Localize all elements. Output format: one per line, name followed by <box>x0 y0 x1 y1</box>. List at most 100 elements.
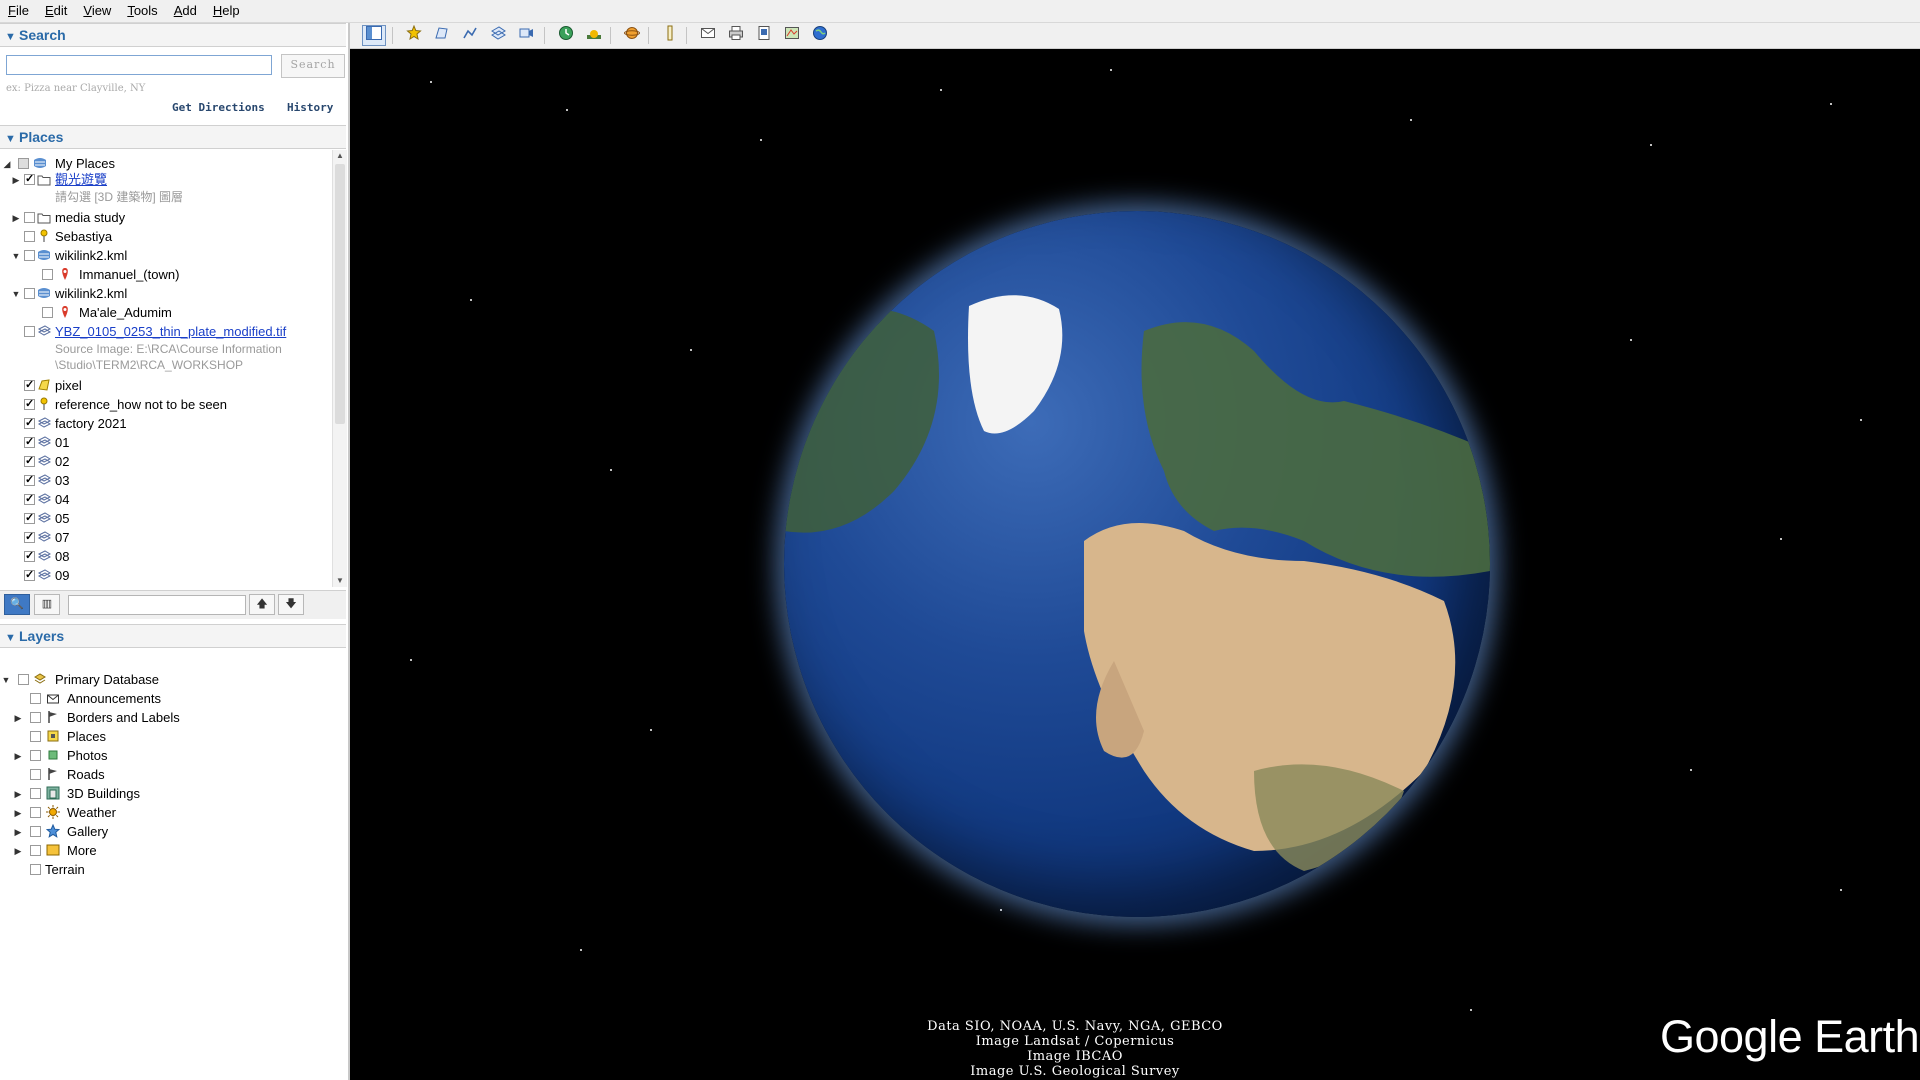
checkbox-unchecked[interactable] <box>42 307 53 318</box>
checkbox-checked[interactable]: ✓ <box>24 437 35 448</box>
tree-item-wikilink-2[interactable]: ▼ wikilink2.kml <box>0 284 332 303</box>
layer-more[interactable]: ▶ More <box>0 841 346 860</box>
checkbox-unchecked[interactable] <box>30 769 41 780</box>
checkbox-checked[interactable]: ✓ <box>24 174 35 185</box>
tree-item-overlay-02[interactable]: ✓ 02 <box>0 452 332 471</box>
checkbox-checked[interactable]: ✓ <box>24 399 35 410</box>
checkbox-checked[interactable]: ✓ <box>24 513 35 524</box>
scroll-down-arrow-icon[interactable]: ▼ <box>333 575 347 587</box>
search-input[interactable] <box>6 55 272 75</box>
checkbox-checked[interactable]: ✓ <box>24 380 35 391</box>
image-overlay-icon[interactable] <box>486 25 510 46</box>
email-icon[interactable] <box>696 25 720 46</box>
planets-icon[interactable] <box>620 25 644 46</box>
checkbox-unchecked[interactable] <box>30 712 41 723</box>
tree-item-sebastiya[interactable]: Sebastiya <box>0 227 332 246</box>
record-tour-icon[interactable] <box>514 25 538 46</box>
earth-3d-view[interactable]: Data SIO, NOAA, U.S. Navy, NGA, GEBCO Im… <box>350 49 1920 1080</box>
expand-arrow-icon[interactable]: ▶ <box>12 712 24 724</box>
scroll-thumb[interactable] <box>335 164 345 424</box>
search-panel-header[interactable]: ▼ Search <box>0 23 346 47</box>
scroll-up-arrow-icon[interactable]: ▲ <box>333 150 347 162</box>
checkbox-checked[interactable]: ✓ <box>24 551 35 562</box>
checkbox-unchecked[interactable] <box>30 807 41 818</box>
tree-item-factory-2021[interactable]: ✓ factory 2021 <box>0 414 332 433</box>
checkbox-unchecked[interactable] <box>30 826 41 837</box>
checkbox-checked[interactable]: ✓ <box>24 418 35 429</box>
search-button[interactable]: Search <box>281 54 345 78</box>
layer-places[interactable]: Places <box>0 727 346 746</box>
layers-panel-header[interactable]: ▼ Layers <box>0 624 346 648</box>
get-directions-link[interactable]: Get Directions <box>172 101 265 114</box>
checkbox-checked[interactable]: ✓ <box>24 494 35 505</box>
collapse-arrow-icon[interactable]: ▼ <box>10 288 22 300</box>
menu-tools[interactable]: Tools <box>119 1 165 21</box>
tree-item-overlay-05[interactable]: ✓ 05 <box>0 509 332 528</box>
expand-arrow-icon[interactable]: ▶ <box>12 826 24 838</box>
tree-item-overlay-01[interactable]: ✓ 01 <box>0 433 332 452</box>
checkbox-checked[interactable]: ✓ <box>24 570 35 581</box>
tree-item-pixel[interactable]: ✓ pixel <box>0 376 332 395</box>
tree-item-overlay-07[interactable]: ✓ 07 <box>0 528 332 547</box>
polygon-icon[interactable] <box>430 25 454 46</box>
expand-arrow-icon[interactable]: ▶ <box>10 212 22 224</box>
checkbox-checked[interactable]: ✓ <box>24 456 35 467</box>
checkbox-unchecked[interactable] <box>24 288 35 299</box>
path-icon[interactable] <box>458 25 482 46</box>
tree-item-reference[interactable]: ✓ reference_how not to be seen <box>0 395 332 414</box>
checkbox-checked[interactable]: ✓ <box>24 475 35 486</box>
checkbox-unchecked[interactable] <box>30 864 41 875</box>
menu-file[interactable]: File <box>0 1 37 21</box>
tree-item-media-study[interactable]: ▶ media study <box>0 208 332 227</box>
checkbox-unchecked[interactable] <box>42 269 53 280</box>
sidebar-toggle-icon[interactable] <box>362 25 386 46</box>
checkbox-checked[interactable]: ✓ <box>24 532 35 543</box>
checkbox-unchecked[interactable] <box>30 750 41 761</box>
panel-view-icon[interactable]: ▥ <box>34 594 60 615</box>
checkbox-unchecked[interactable] <box>18 674 29 685</box>
expand-arrow-icon[interactable]: ▶ <box>12 807 24 819</box>
menu-view[interactable]: View <box>75 1 119 21</box>
tree-item-overlay-09[interactable]: ✓ 09 <box>0 566 332 585</box>
tree-item-wikilink-1[interactable]: ▼ wikilink2.kml <box>0 246 332 265</box>
expand-arrow-icon[interactable]: ▶ <box>12 788 24 800</box>
tree-item-overlay-08[interactable]: ✓ 08 <box>0 547 332 566</box>
tree-item-immanuel[interactable]: Immanuel_(town) <box>0 265 332 284</box>
places-filter-input[interactable] <box>68 595 246 615</box>
move-down-arrow-icon[interactable]: 🡇 <box>278 594 304 615</box>
expand-arrow-icon[interactable]: ▶ <box>12 750 24 762</box>
checkbox-unchecked[interactable] <box>24 231 35 242</box>
menu-help[interactable]: Help <box>205 1 248 21</box>
historical-imagery-icon[interactable] <box>554 25 578 46</box>
sunlight-icon[interactable] <box>582 25 606 46</box>
layer-photos[interactable]: ▶ Photos <box>0 746 346 765</box>
places-panel-header[interactable]: ▼ Places <box>0 125 346 149</box>
search-in-places-icon[interactable]: 🔍 <box>4 594 30 615</box>
save-image-icon[interactable] <box>752 25 776 46</box>
places-scrollbar[interactable]: ▲ ▼ <box>332 150 347 587</box>
print-icon[interactable] <box>724 25 748 46</box>
move-up-arrow-icon[interactable]: 🡅 <box>249 594 275 615</box>
collapse-arrow-icon[interactable]: ▼ <box>10 250 22 262</box>
earth-globe[interactable] <box>784 211 1490 917</box>
layer-weather[interactable]: ▶ Weather <box>0 803 346 822</box>
tree-item-overlay-03[interactable]: ✓ 03 <box>0 471 332 490</box>
layer-borders-labels[interactable]: ▶ Borders and Labels <box>0 708 346 727</box>
checkbox-unchecked[interactable] <box>24 212 35 223</box>
tree-item-overlay-04[interactable]: ✓ 04 <box>0 490 332 509</box>
earth-gallery-icon[interactable] <box>808 25 832 46</box>
ruler-icon[interactable] <box>658 25 682 46</box>
checkbox-unchecked[interactable] <box>30 788 41 799</box>
checkbox-unchecked[interactable] <box>30 845 41 856</box>
expand-arrow-icon[interactable]: ▶ <box>10 174 22 186</box>
checkbox-unchecked[interactable] <box>30 693 41 704</box>
layer-roads[interactable]: Roads <box>0 765 346 784</box>
collapse-arrow-icon[interactable]: ◢ <box>1 158 13 170</box>
history-link[interactable]: History <box>287 101 333 114</box>
layer-terrain[interactable]: Terrain <box>0 860 346 879</box>
layer-gallery[interactable]: ▶ Gallery <box>0 822 346 841</box>
checkbox-unchecked[interactable] <box>24 326 35 337</box>
placemark-icon[interactable] <box>402 24 426 46</box>
checkbox-unchecked[interactable] <box>30 731 41 742</box>
layer-primary-database[interactable]: ▼ Primary Database <box>0 670 346 689</box>
